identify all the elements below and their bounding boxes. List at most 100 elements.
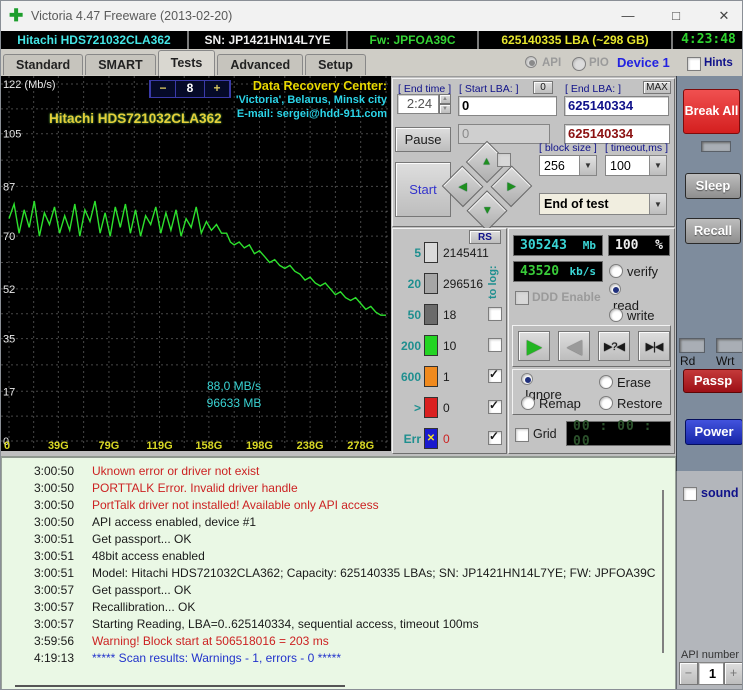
action-radio-erase[interactable]: Erase	[599, 373, 677, 394]
mode-radio-write[interactable]: write	[609, 305, 658, 327]
log-message: API access enabled, device #1	[92, 515, 257, 529]
tab-smart[interactable]: SMART	[85, 54, 156, 75]
grid-checkbox[interactable]	[515, 427, 529, 445]
scan-forward-button[interactable]: ▶	[518, 331, 550, 361]
recall-button[interactable]: Recall	[685, 218, 741, 244]
action-radio-remap[interactable]: Remap	[521, 394, 599, 415]
log-vertical-scrollbar[interactable]	[662, 490, 664, 653]
lba-zero-button[interactable]: 0	[533, 81, 553, 94]
action-radio-restore[interactable]: Restore	[599, 394, 677, 415]
log-entry: 3:00:50 API access enabled, device #1	[16, 514, 675, 531]
mode-radio-read[interactable]: read	[609, 283, 658, 313]
end-lba-label: [ End LBA: ]	[565, 83, 622, 95]
timeout-value: 100	[610, 158, 631, 173]
promo-line-2: 'Victoria', Belarus, Minsk city	[235, 94, 387, 106]
read-speed-series	[8, 200, 386, 316]
tab-tests[interactable]: Tests	[157, 50, 216, 76]
power-button[interactable]: Power	[685, 419, 742, 445]
counter-log-checkbox[interactable]	[488, 306, 502, 324]
tab-standard[interactable]: Standard	[3, 54, 84, 75]
block-size-value: 256	[544, 158, 565, 173]
svg-text:87: 87	[3, 181, 15, 193]
counter-log-checkbox[interactable]	[488, 367, 502, 386]
log-message: PORTTALK Error. Invalid driver handle	[92, 481, 298, 495]
counter-label: Err	[403, 431, 421, 446]
tab-advanced[interactable]: Advanced	[217, 54, 304, 75]
counter-value: 10	[443, 338, 457, 353]
end-time-spinner[interactable]: ▲ ▼	[439, 94, 451, 114]
counter-value: 0	[443, 400, 450, 415]
counter-log-checkbox[interactable]	[488, 337, 502, 355]
start-button[interactable]: Start	[395, 162, 451, 217]
scan-status-panel: 305243 Mb 100 % 43520 kb/s DDD Enable ve…	[508, 228, 675, 454]
graph-zoom-out-button[interactable]: −	[150, 81, 176, 97]
end-time-field[interactable]: 2:24	[397, 94, 439, 114]
seek-end-button[interactable]: ▶|◀	[638, 331, 670, 361]
hints-checkbox[interactable]	[687, 56, 701, 74]
counter-log-checkbox[interactable]	[488, 398, 502, 417]
ddd-enable-checkbox[interactable]	[515, 290, 529, 308]
mode-radio-verify[interactable]: verify	[609, 261, 658, 283]
timeout-select[interactable]: 100 ▼	[605, 155, 667, 176]
error-block-icon: ✕	[424, 428, 438, 449]
svg-text:122 (Mb/s): 122 (Mb/s)	[3, 79, 56, 91]
log-time: 3:00:51	[33, 532, 74, 546]
percent-value: 100	[615, 238, 639, 253]
block-time-icon	[424, 242, 438, 263]
counter-row-Err: Err ✕ 0	[393, 423, 506, 454]
timer-value: 00 : 00 : 00	[573, 418, 653, 449]
sleep-button[interactable]: Sleep	[685, 173, 741, 199]
api-radio[interactable]	[525, 56, 537, 68]
close-button[interactable]: ✕	[713, 7, 735, 25]
counter-value: 0	[443, 431, 450, 446]
position-mb-unit: Mb	[582, 239, 596, 252]
sound-checkbox[interactable]	[683, 486, 697, 504]
log-panel[interactable]: 3:00:50 Uknown error or driver not exist 3…	[1, 456, 676, 689]
seek-question-button[interactable]: ▶?◀	[598, 331, 630, 361]
chevron-down-icon[interactable]: ▼	[649, 156, 666, 175]
timeout-label: [ timeout,ms ]	[605, 142, 669, 154]
api-number-value[interactable]: 1	[698, 662, 724, 685]
log-time: 4:19:13	[33, 651, 74, 665]
svg-text:105: 105	[3, 129, 21, 141]
counter-log-checkbox[interactable]	[488, 429, 502, 448]
media-controls-panel: ▶ ◀ ▶?◀ ▶|◀	[512, 325, 671, 367]
timer-display: 00 : 00 : 00	[566, 418, 671, 449]
log-message: 48bit access enabled	[92, 549, 205, 563]
counter-label: 50	[407, 307, 421, 322]
log-entry: 3:59:56 Warning! Block start at 506518016…	[16, 633, 675, 650]
tab-setup[interactable]: Setup	[305, 54, 366, 75]
minimize-button[interactable]: —	[617, 7, 639, 25]
block-time-icon	[424, 273, 438, 294]
log-time: 3:00:50	[33, 498, 74, 512]
log-horizontal-scrollbar[interactable]	[15, 685, 345, 687]
lba-max-button[interactable]: MAX	[643, 81, 671, 94]
app-icon: ✚	[9, 6, 24, 25]
promo-line-3: E-mail: sergei@hdd-911.com	[236, 108, 387, 120]
break-all-button[interactable]: Break All	[683, 89, 740, 134]
chevron-down-icon[interactable]: ▼	[579, 156, 596, 175]
mode-label: write	[627, 308, 655, 323]
start-lba-input[interactable]: 0	[458, 96, 557, 116]
pio-radio[interactable]	[572, 56, 586, 74]
action-radio-ignore[interactable]: Ignore	[521, 373, 599, 402]
dpad-checkbox[interactable]	[497, 152, 511, 170]
percent-display: 100 %	[608, 235, 670, 256]
log-entry: 3:00:51 Get passport... OK	[16, 531, 675, 548]
current-end-display: 625140334	[564, 124, 670, 144]
end-action-select[interactable]: End of test ▼	[539, 193, 667, 215]
log-message: ***** Scan results: Warnings - 1, errors…	[92, 651, 341, 665]
api-number-minus-button[interactable]: −	[679, 662, 698, 685]
block-size-select[interactable]: 256 ▼	[539, 155, 597, 176]
maximize-button[interactable]: □	[665, 7, 687, 25]
scan-back-button[interactable]: ◀	[558, 331, 590, 361]
end-lba-input[interactable]: 625140334	[564, 96, 669, 116]
clock-display: 4:23:48	[673, 31, 742, 49]
counter-row-200: 200 10	[393, 330, 506, 361]
passp-button[interactable]: Passp	[683, 369, 742, 393]
log-time: 3:00:57	[33, 600, 74, 614]
api-number-plus-button[interactable]: +	[724, 662, 742, 685]
chevron-down-icon[interactable]: ▼	[649, 194, 666, 214]
pause-button[interactable]: Pause	[395, 127, 451, 152]
ddd-enable-label: DDD Enable	[532, 290, 601, 304]
